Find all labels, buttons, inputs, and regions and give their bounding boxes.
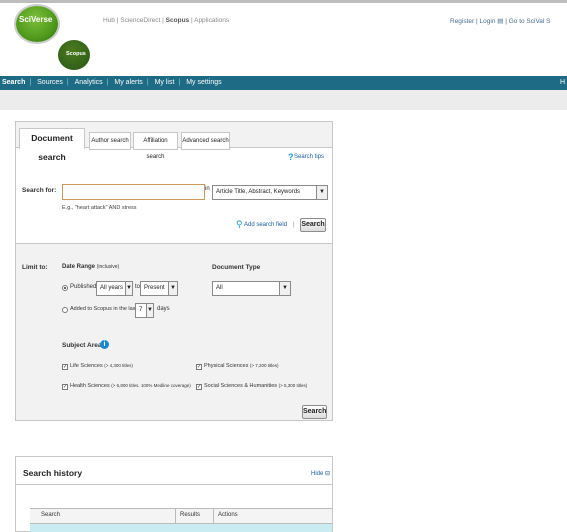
link-scopus[interactable]: Scopus — [166, 17, 189, 24]
search-input[interactable] — [62, 184, 205, 200]
date-range-label: Date Range — [62, 264, 96, 270]
add-search-field-link[interactable]: Add search field — [244, 222, 287, 228]
days-value: 7 — [139, 307, 143, 313]
main-nav: Search | Sources | Analytics | My alerts | M… — [0, 76, 567, 90]
date-range-note: (inclusive) — [96, 264, 120, 270]
nav-analytics[interactable]: Analytics — [75, 79, 103, 86]
nav-my-settings[interactable]: My settings — [186, 79, 221, 86]
tab-author-search[interactable]: Author search — [89, 132, 131, 150]
sciverse-logo[interactable] — [16, 6, 58, 42]
chevron-down-icon: ▼ — [316, 186, 327, 199]
physical-sciences-label: Physical Sciences (> 7,200 titles) — [204, 363, 279, 369]
tab-advanced-search[interactable]: Advanced search — [181, 132, 230, 150]
date-range-heading: Date Range (inclusive) — [62, 264, 119, 270]
subject-areas-label: Subject Areas — [62, 342, 106, 349]
history-col-results[interactable]: Results — [180, 512, 200, 518]
hide-label: Hide — [311, 471, 324, 477]
life-sciences-note: (> 4,300 titles) — [104, 363, 133, 368]
link-sciencedirect[interactable]: ScienceDirect — [120, 17, 160, 24]
history-col-search[interactable]: Search — [41, 512, 60, 518]
sciverse-logo-text: SciVerse — [19, 15, 53, 24]
link-hub[interactable]: Hub — [103, 17, 115, 24]
document-type-value: All — [216, 285, 223, 291]
history-table-row[interactable] — [30, 524, 332, 532]
life-sciences-label: Life Sciences (> 4,300 titles) — [70, 363, 133, 369]
tab-document-search[interactable]: Document search — [19, 128, 85, 162]
social-sciences-note: (> 5,300 titles) — [278, 383, 308, 388]
days-label: days — [157, 306, 170, 312]
to-year-select[interactable]: Present ▼ — [140, 281, 178, 296]
physical-sciences-name: Physical Sciences — [204, 363, 249, 369]
scopus-logo-text: Scopus — [66, 51, 86, 57]
health-sciences-note: (> 6,800 titles. 100% Medline coverage) — [111, 383, 191, 388]
added-label: Added to Scopus in the last — [70, 306, 137, 312]
chevron-down-icon: ▼ — [125, 282, 132, 295]
add-field-icon[interactable]: ⚲ — [236, 219, 243, 230]
link-login[interactable]: Login — [480, 18, 496, 25]
days-select[interactable]: 7 ▼ — [135, 303, 154, 318]
search-button-bottom[interactable]: Search — [302, 405, 327, 419]
physical-sciences-note: (> 7,200 titles) — [249, 363, 279, 368]
social-sciences-name: Social Sciences & Humanities — [204, 383, 278, 389]
tab-affiliation-search[interactable]: Affiliation search — [133, 132, 178, 160]
social-sciences-checkbox[interactable]: ✓ — [196, 384, 202, 390]
help-icon[interactable]: ? — [288, 152, 294, 162]
from-year-value: All years — [100, 285, 124, 291]
chevron-down-icon: ▼ — [279, 282, 290, 295]
hub-links: Hub | ScienceDirect | Scopus | Applicati… — [103, 17, 230, 24]
life-sciences-name: Life Sciences — [70, 363, 103, 369]
search-for-label: Search for: — [22, 187, 57, 194]
login-menu-icon[interactable]: ▤ — [497, 18, 503, 25]
life-sciences-checkbox[interactable]: ✓ — [62, 364, 68, 370]
account-links: Register | Login ▤ | Go to SciVal S — [450, 18, 551, 25]
in-label: in — [205, 186, 210, 192]
limit-to-label: Limit to: — [22, 264, 48, 271]
nav-my-list[interactable]: My list — [155, 79, 175, 86]
nav-my-alerts[interactable]: My alerts — [114, 79, 142, 86]
nav-right-text[interactable]: H — [560, 76, 565, 90]
published-label: Published — [70, 284, 97, 290]
link-register[interactable]: Register — [450, 18, 474, 25]
nav-sources[interactable]: Sources — [37, 79, 63, 86]
nav-search[interactable]: Search — [2, 79, 25, 86]
health-sciences-name: Health Sciences — [70, 383, 110, 389]
column-separator — [213, 508, 214, 524]
chevron-down-icon: ▼ — [168, 282, 177, 295]
search-field-select[interactable]: Article Title, Abstract, Keywords ▼ — [212, 185, 328, 200]
published-radio[interactable] — [62, 285, 68, 291]
to-year-value: Present — [144, 285, 165, 291]
search-button-top[interactable]: Search — [300, 218, 326, 232]
document-type-select[interactable]: All ▼ — [212, 281, 291, 296]
hide-history-link[interactable]: Hide ⊟ — [311, 470, 330, 477]
link-applications[interactable]: Applications — [194, 17, 229, 24]
sub-bar — [0, 90, 567, 110]
collapse-icon: ⊟ — [325, 471, 331, 477]
chevron-down-icon: ▼ — [146, 304, 153, 317]
column-separator — [175, 508, 176, 524]
link-separator: | — [293, 222, 295, 228]
health-sciences-checkbox[interactable]: ✓ — [62, 384, 68, 390]
history-col-actions[interactable]: Actions — [218, 512, 238, 518]
added-recent-radio[interactable] — [62, 307, 68, 313]
document-type-label: Document Type — [212, 264, 261, 271]
health-sciences-label: Health Sciences (> 6,800 titles. 100% Me… — [70, 383, 191, 389]
search-history-title: Search history — [23, 468, 83, 478]
info-icon[interactable]: i — [100, 340, 109, 349]
search-hint: E.g., "heart attack" AND stress — [62, 205, 137, 211]
link-scival[interactable]: Go to SciVal S — [509, 18, 551, 25]
history-divider — [16, 484, 332, 485]
search-field-value: Article Title, Abstract, Keywords — [216, 189, 301, 195]
from-year-select[interactable]: All years ▼ — [96, 281, 133, 296]
search-tips-link[interactable]: Search tips — [294, 154, 324, 160]
physical-sciences-checkbox[interactable]: ✓ — [196, 364, 202, 370]
social-sciences-label: Social Sciences & Humanities (> 5,300 ti… — [204, 383, 307, 389]
limit-section — [16, 244, 332, 420]
